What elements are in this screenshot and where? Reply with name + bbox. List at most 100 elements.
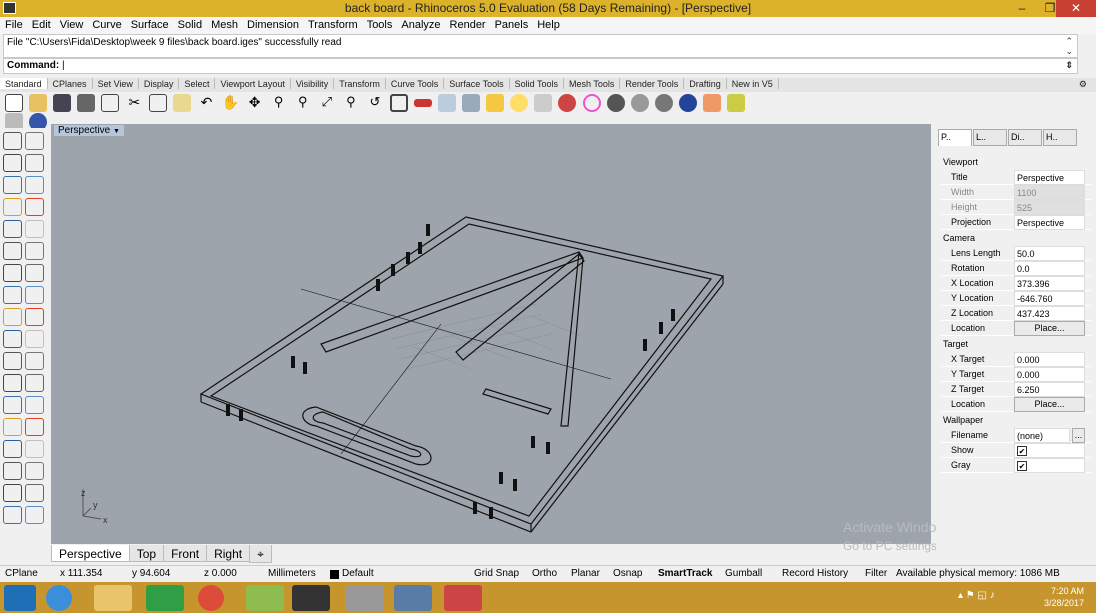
curve-offset-icon[interactable] — [25, 374, 44, 392]
sun-icon[interactable] — [702, 94, 721, 112]
undo-icon[interactable]: ↶ — [198, 94, 216, 112]
tab-transform[interactable]: Transform — [334, 78, 386, 89]
title-field[interactable]: Perspective — [1014, 170, 1085, 185]
menu-transform[interactable]: Transform — [303, 17, 362, 31]
extrude-icon[interactable] — [25, 286, 44, 304]
menu-view[interactable]: View — [55, 17, 88, 31]
app-icon[interactable] — [444, 585, 482, 611]
gear-icon[interactable]: ⚙ — [1074, 78, 1092, 90]
tab-render-tools[interactable]: Render Tools — [620, 78, 685, 89]
split-icon[interactable] — [25, 330, 44, 348]
menu-surface[interactable]: Surface — [126, 17, 173, 31]
properties-icon[interactable] — [558, 94, 577, 112]
osnap-toggle[interactable]: Osnap — [613, 568, 642, 579]
point-icon[interactable] — [25, 132, 44, 150]
sphere-icon[interactable] — [25, 264, 44, 282]
menu-curve[interactable]: Curve — [87, 17, 125, 31]
tab-curve-tools[interactable]: Curve Tools — [386, 78, 445, 89]
circle-icon[interactable] — [3, 176, 22, 194]
lens-length-field[interactable]: 50.0 — [1014, 246, 1085, 261]
show-checkbox[interactable]: ✔ — [1017, 446, 1027, 456]
rotation-field[interactable]: 0.0 — [1014, 261, 1085, 276]
cplane-label[interactable]: CPlane — [5, 568, 38, 579]
polygon-icon[interactable] — [3, 198, 22, 216]
z-target-field[interactable]: 6.250 — [1014, 382, 1085, 397]
analyze-icon[interactable] — [25, 440, 44, 458]
minimize-button[interactable]: – — [1008, 0, 1036, 17]
array-icon[interactable] — [3, 462, 22, 480]
menu-dimension[interactable]: Dimension — [242, 17, 303, 31]
select-arrow-icon[interactable] — [3, 132, 22, 150]
grasshopper-icon[interactable] — [246, 585, 284, 611]
surface-icon[interactable] — [3, 242, 22, 260]
ellipse-icon[interactable] — [25, 176, 44, 194]
tray-icons[interactable]: ▴ ⚑ ◱ ♪ — [958, 590, 1018, 605]
panel-tab-properties[interactable]: P.. — [938, 129, 972, 146]
cylinder-icon[interactable] — [3, 286, 22, 304]
menu-edit[interactable]: Edit — [27, 17, 55, 31]
y-target-field[interactable]: 0.000 — [1014, 367, 1085, 382]
gumball-toggle[interactable]: Gumball — [725, 568, 762, 579]
tab-viewport-layout[interactable]: Viewport Layout — [215, 78, 291, 89]
ghosted-icon[interactable] — [654, 94, 673, 112]
layout-icon[interactable] — [25, 418, 44, 436]
grid-snap-toggle[interactable]: Grid Snap — [474, 568, 519, 579]
menu-solid[interactable]: Solid — [173, 17, 206, 31]
y-location-field[interactable]: -646.760 — [1014, 291, 1085, 306]
text-icon[interactable] — [3, 396, 22, 414]
show-icon[interactable] — [462, 94, 481, 112]
menu-analyze[interactable]: Analyze — [396, 17, 444, 31]
rendered-icon[interactable] — [630, 94, 649, 112]
planar-toggle[interactable]: Planar — [571, 568, 600, 579]
material-icon[interactable] — [25, 506, 44, 524]
gray-checkbox[interactable]: ✔ — [1017, 461, 1027, 471]
lock-icon[interactable] — [534, 94, 553, 112]
spline-icon[interactable] — [25, 220, 44, 238]
render-tool-icon[interactable] — [3, 506, 22, 524]
zoom-window-icon[interactable]: ⚲ — [294, 94, 312, 112]
start-icon[interactable] — [4, 585, 36, 611]
print-icon[interactable] — [77, 94, 96, 112]
arc-icon[interactable] — [3, 220, 22, 238]
paint-icon[interactable] — [346, 585, 384, 611]
viewport-tab-perspective[interactable]: Perspective — [51, 545, 130, 562]
copy-tool-icon[interactable] — [25, 396, 44, 414]
panel-tab-layers[interactable]: L.. — [973, 129, 1007, 146]
check-icon[interactable] — [3, 484, 22, 502]
panel-tab-display[interactable]: Di.. — [1008, 129, 1042, 146]
filter-toggle[interactable]: Filter — [865, 568, 887, 579]
new-icon[interactable] — [5, 94, 23, 112]
clock[interactable]: 7:20 AM 3/28/2017 — [1044, 585, 1084, 609]
command-scroll-icon[interactable]: ⇕ — [1065, 60, 1073, 71]
paste-icon[interactable] — [173, 94, 192, 112]
viewport-tab-front[interactable]: Front — [163, 545, 208, 562]
smarttrack-toggle[interactable]: SmartTrack — [658, 568, 712, 579]
layer-label[interactable]: Default — [342, 568, 374, 579]
tab-select[interactable]: Select — [179, 78, 216, 89]
edge-srf-icon[interactable] — [25, 242, 44, 260]
viewport-tab-top[interactable]: Top — [128, 545, 165, 562]
solid-tools-icon[interactable] — [3, 440, 22, 458]
x-location-field[interactable]: 373.396 — [1014, 276, 1085, 291]
mesh-icon[interactable] — [3, 308, 22, 326]
projection-select[interactable]: Perspective — [1014, 215, 1085, 230]
perspective-viewport[interactable]: Perspective ▼ z y x — [51, 124, 931, 544]
explode-icon[interactable] — [25, 308, 44, 326]
chamfer-icon[interactable] — [25, 352, 44, 370]
hide-icon[interactable] — [438, 94, 457, 112]
copy-icon[interactable] — [149, 94, 168, 112]
box-icon[interactable] — [3, 264, 22, 282]
record-history-toggle[interactable]: Record History — [782, 568, 848, 579]
tab-drafting[interactable]: Drafting — [684, 78, 727, 89]
x-target-field[interactable]: 0.000 — [1014, 352, 1085, 367]
scroll-down-icon[interactable]: ⌄ — [1065, 46, 1073, 57]
shaded-icon[interactable] — [606, 94, 625, 112]
tab-cplanes[interactable]: CPlanes — [48, 78, 93, 89]
save-icon[interactable] — [53, 94, 72, 112]
command-line[interactable]: Command: | ⇕ — [3, 58, 1078, 74]
command-history[interactable]: File "C:\Users\Fida\Desktop\week 9 files… — [3, 34, 1078, 58]
photos-icon[interactable] — [394, 585, 432, 611]
select-icon[interactable] — [414, 99, 433, 107]
internet-explorer-icon[interactable] — [46, 585, 72, 611]
ortho-toggle[interactable]: Ortho — [532, 568, 557, 579]
